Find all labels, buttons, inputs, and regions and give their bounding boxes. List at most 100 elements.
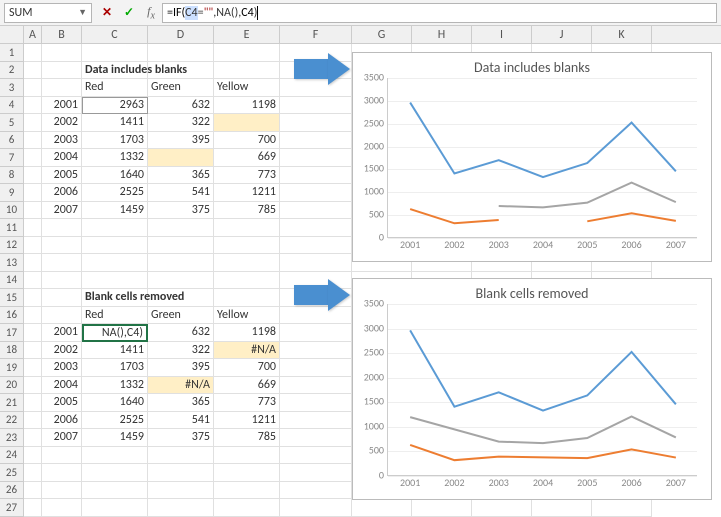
cell-C8[interactable]: 1640 bbox=[82, 167, 148, 185]
row-header-8[interactable]: 8 bbox=[0, 167, 24, 185]
row-header-11[interactable]: 11 bbox=[0, 219, 24, 237]
cell-C26[interactable] bbox=[82, 482, 148, 500]
cell-E7[interactable]: 669 bbox=[214, 149, 280, 167]
cell-E23[interactable]: 785 bbox=[214, 429, 280, 447]
cell-A22[interactable] bbox=[24, 412, 42, 430]
col-header-D[interactable]: D bbox=[148, 26, 214, 43]
cell-C21[interactable]: 1640 bbox=[82, 394, 148, 412]
cell-D17[interactable]: 632 bbox=[148, 324, 214, 342]
cell-E26[interactable] bbox=[214, 482, 280, 500]
cell-A13[interactable] bbox=[24, 254, 42, 272]
row-header-17[interactable]: 17 bbox=[0, 324, 24, 342]
cell-B15[interactable] bbox=[42, 289, 82, 307]
cell-D22[interactable]: 541 bbox=[148, 412, 214, 430]
col-header-E[interactable]: E bbox=[214, 26, 280, 43]
cell-C16[interactable]: Red bbox=[82, 307, 148, 325]
cell-A21[interactable] bbox=[24, 394, 42, 412]
cell-F13[interactable] bbox=[280, 254, 352, 272]
row-header-12[interactable]: 12 bbox=[0, 237, 24, 255]
cell-E1[interactable] bbox=[214, 44, 280, 62]
cell-C15[interactable]: Blank cells removed bbox=[82, 289, 148, 307]
cell-D19[interactable]: 395 bbox=[148, 359, 214, 377]
cell-A16[interactable] bbox=[24, 307, 42, 325]
row-header-3[interactable]: 3 bbox=[0, 79, 24, 97]
cell-A20[interactable] bbox=[24, 377, 42, 395]
cell-B12[interactable] bbox=[42, 237, 82, 255]
cell-A17[interactable] bbox=[24, 324, 42, 342]
chevron-down-icon[interactable]: ▼ bbox=[78, 7, 87, 18]
cell-E25[interactable] bbox=[214, 464, 280, 482]
cell-F19[interactable] bbox=[280, 359, 352, 377]
cell-A27[interactable] bbox=[24, 499, 42, 517]
row-header-1[interactable]: 1 bbox=[0, 44, 24, 62]
cell-E15[interactable] bbox=[214, 289, 280, 307]
cell-B26[interactable] bbox=[42, 482, 82, 500]
cell-C17[interactable]: NA(),C4) bbox=[82, 324, 148, 342]
row-header-16[interactable]: 16 bbox=[0, 307, 24, 325]
cell-E2[interactable] bbox=[214, 62, 280, 80]
cell-F23[interactable] bbox=[280, 429, 352, 447]
cell-F6[interactable] bbox=[280, 132, 352, 150]
cell-D6[interactable]: 395 bbox=[148, 132, 214, 150]
cell-F25[interactable] bbox=[280, 464, 352, 482]
cell-B4[interactable]: 2001 bbox=[42, 97, 82, 115]
cell-E10[interactable]: 785 bbox=[214, 202, 280, 220]
cell-C3[interactable]: Red bbox=[82, 79, 148, 97]
row-header-20[interactable]: 20 bbox=[0, 377, 24, 395]
cell-A11[interactable] bbox=[24, 219, 42, 237]
cell-D21[interactable]: 365 bbox=[148, 394, 214, 412]
cell-B20[interactable]: 2004 bbox=[42, 377, 82, 395]
cell-D8[interactable]: 365 bbox=[148, 167, 214, 185]
cell-C19[interactable]: 1703 bbox=[82, 359, 148, 377]
cell-E6[interactable]: 700 bbox=[214, 132, 280, 150]
row-header-26[interactable]: 26 bbox=[0, 482, 24, 500]
cell-F7[interactable] bbox=[280, 149, 352, 167]
cell-C27[interactable] bbox=[82, 499, 148, 517]
cell-D12[interactable] bbox=[148, 237, 214, 255]
col-header-A[interactable]: A bbox=[24, 26, 42, 43]
row-header-22[interactable]: 22 bbox=[0, 412, 24, 430]
row-header-9[interactable]: 9 bbox=[0, 184, 24, 202]
cell-C5[interactable]: 1411 bbox=[82, 114, 148, 132]
cell-D20[interactable]: #N/A bbox=[148, 377, 214, 395]
cell-B27[interactable] bbox=[42, 499, 82, 517]
cell-D13[interactable] bbox=[148, 254, 214, 272]
cell-E27[interactable] bbox=[214, 499, 280, 517]
cell-F18[interactable] bbox=[280, 342, 352, 360]
cell-D16[interactable]: Green bbox=[148, 307, 214, 325]
cell-D14[interactable] bbox=[148, 272, 214, 290]
cell-E4[interactable]: 1198 bbox=[214, 97, 280, 115]
cell-A6[interactable] bbox=[24, 132, 42, 150]
formula-input[interactable]: =IF(C4="",NA(),C4) bbox=[162, 3, 717, 23]
cell-E17[interactable]: 1198 bbox=[214, 324, 280, 342]
cell-J27[interactable] bbox=[532, 499, 592, 517]
cell-C20[interactable]: 1332 bbox=[82, 377, 148, 395]
cell-B21[interactable]: 2005 bbox=[42, 394, 82, 412]
cell-C1[interactable] bbox=[82, 44, 148, 62]
col-header-G[interactable]: G bbox=[352, 26, 412, 43]
cell-C11[interactable] bbox=[82, 219, 148, 237]
cell-C12[interactable] bbox=[82, 237, 148, 255]
cell-B5[interactable]: 2002 bbox=[42, 114, 82, 132]
cell-B25[interactable] bbox=[42, 464, 82, 482]
row-header-5[interactable]: 5 bbox=[0, 114, 24, 132]
cell-D27[interactable] bbox=[148, 499, 214, 517]
cell-A15[interactable] bbox=[24, 289, 42, 307]
cell-F12[interactable] bbox=[280, 237, 352, 255]
cell-E18[interactable]: #N/A bbox=[214, 342, 280, 360]
cell-F26[interactable] bbox=[280, 482, 352, 500]
cell-B22[interactable]: 2006 bbox=[42, 412, 82, 430]
cell-A2[interactable] bbox=[24, 62, 42, 80]
cell-B24[interactable] bbox=[42, 447, 82, 465]
cell-B17[interactable]: 2001 bbox=[42, 324, 82, 342]
cell-C2[interactable]: Data includes blanks bbox=[82, 62, 148, 80]
cell-A4[interactable] bbox=[24, 97, 42, 115]
row-header-21[interactable]: 21 bbox=[0, 394, 24, 412]
cell-D3[interactable]: Green bbox=[148, 79, 214, 97]
cell-C24[interactable] bbox=[82, 447, 148, 465]
cell-E24[interactable] bbox=[214, 447, 280, 465]
col-header-B[interactable]: B bbox=[42, 26, 82, 43]
cell-C9[interactable]: 2525 bbox=[82, 184, 148, 202]
row-header-25[interactable]: 25 bbox=[0, 464, 24, 482]
cell-E20[interactable]: 669 bbox=[214, 377, 280, 395]
